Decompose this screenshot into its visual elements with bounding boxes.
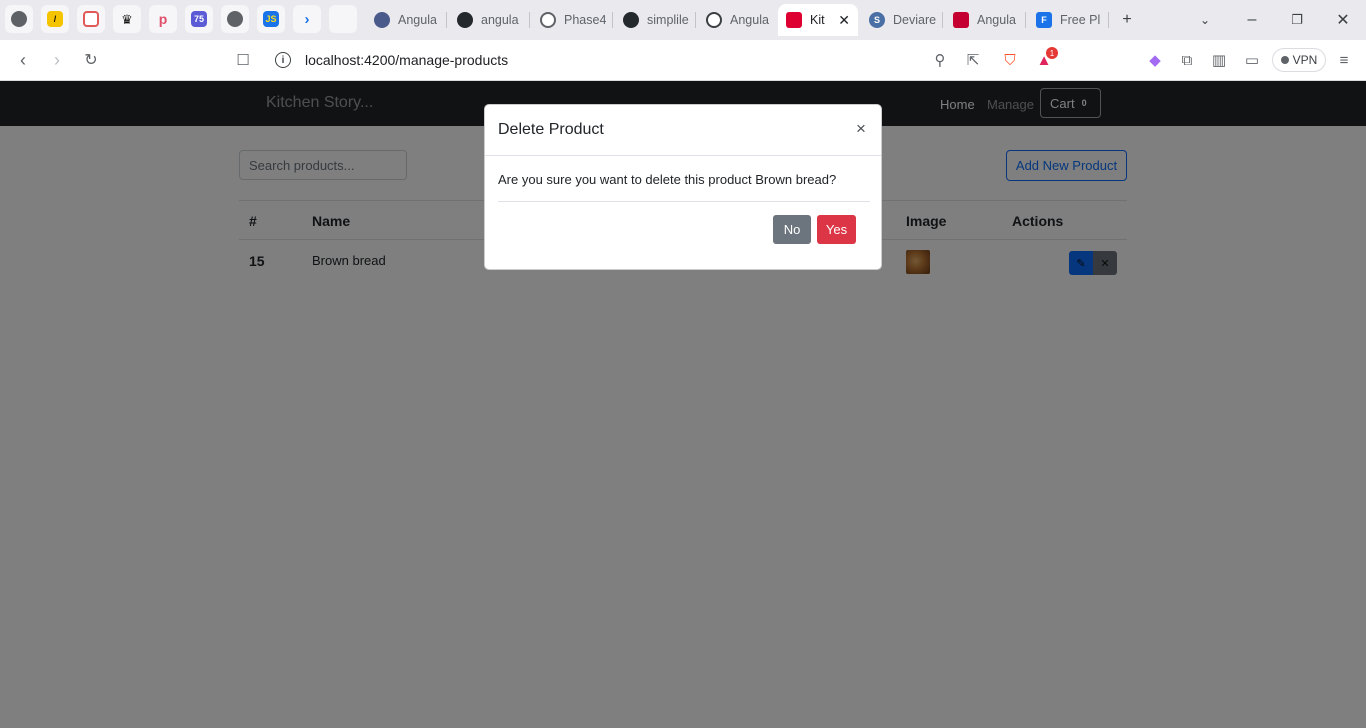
pinned-tab-cube[interactable] bbox=[77, 5, 105, 33]
window-close-icon[interactable]: ✕ bbox=[1331, 8, 1355, 32]
brave-shield-icon[interactable]: ⛉ bbox=[1000, 50, 1020, 70]
pinned-tab-js[interactable]: JS bbox=[257, 5, 285, 33]
site-info-icon[interactable]: i bbox=[275, 52, 291, 68]
delete-product-modal: Delete Product × Are you sure you want t… bbox=[484, 104, 882, 270]
leo-ai-icon[interactable]: ◆ bbox=[1145, 50, 1165, 70]
pinned-tab-arrow[interactable]: › bbox=[293, 5, 321, 33]
modal-divider bbox=[498, 201, 870, 202]
tab-github-1[interactable]: angula bbox=[449, 4, 529, 36]
s-logo-icon: S bbox=[869, 12, 885, 28]
globe-icon bbox=[11, 11, 27, 27]
js-icon: JS bbox=[263, 11, 279, 27]
pencil-icon: / bbox=[47, 11, 63, 27]
modal-title: Delete Product bbox=[498, 121, 604, 138]
pinned-tab-75[interactable]: 75 bbox=[185, 5, 213, 33]
pinned-tab-crown[interactable]: ♛ bbox=[113, 5, 141, 33]
tab-phase4[interactable]: Phase4 bbox=[532, 4, 612, 36]
cube-icon bbox=[83, 11, 99, 27]
reload-icon[interactable]: ↻ bbox=[79, 48, 103, 72]
github-icon bbox=[623, 12, 639, 28]
tab-deviare[interactable]: S Deviare bbox=[861, 4, 941, 36]
seventy-five-icon: 75 bbox=[191, 11, 207, 27]
github-icon bbox=[457, 12, 473, 28]
pinned-tab-pencil[interactable]: / bbox=[41, 5, 69, 33]
bookmark-icon[interactable]: ☐ bbox=[231, 48, 255, 72]
forward-icon[interactable]: › bbox=[45, 48, 69, 72]
wallet-icon[interactable]: ▭ bbox=[1242, 50, 1262, 70]
close-tab-icon[interactable]: ✕ bbox=[838, 12, 850, 29]
minimize-icon[interactable]: – bbox=[1240, 8, 1264, 32]
modal-message: Are you sure you want to delete this pro… bbox=[498, 172, 837, 187]
menu-icon[interactable]: ≡ bbox=[1334, 50, 1354, 70]
tab-github-2[interactable]: simplile bbox=[615, 4, 695, 36]
tab-kitchen-story[interactable]: Kit ✕ bbox=[778, 4, 858, 36]
globe-icon bbox=[227, 11, 243, 27]
openai-icon bbox=[706, 12, 722, 28]
no-button[interactable]: No bbox=[773, 215, 811, 244]
p-logo-icon: p bbox=[158, 11, 168, 27]
angular-icon bbox=[953, 12, 969, 28]
pinned-tab-globe-2[interactable] bbox=[221, 5, 249, 33]
tab-free-ph[interactable]: F Free Pl bbox=[1028, 4, 1108, 36]
tab-angular-1[interactable]: Angula bbox=[366, 4, 446, 36]
openai-icon bbox=[540, 12, 556, 28]
angular-icon bbox=[786, 12, 802, 28]
pinned-tab-blank[interactable] bbox=[329, 5, 357, 33]
url-text[interactable]: localhost:4200/manage-products bbox=[305, 52, 508, 68]
yes-button[interactable]: Yes bbox=[817, 215, 856, 244]
f-logo-icon: F bbox=[1036, 12, 1052, 28]
vpn-button[interactable]: VPN bbox=[1272, 48, 1326, 72]
modal-header: Delete Product × bbox=[485, 105, 881, 156]
tab-search-chevron-icon[interactable]: ⌄ bbox=[1193, 8, 1217, 32]
restore-icon[interactable]: ❐ bbox=[1285, 8, 1309, 32]
crown-icon: ♛ bbox=[121, 11, 133, 27]
browser-tab-strip: / ♛ p 75 JS › Angula angula Phase4 simpl… bbox=[0, 0, 1366, 40]
tab-angular-3[interactable]: Angula bbox=[945, 4, 1025, 36]
pinned-tab-p[interactable]: p bbox=[149, 5, 177, 33]
zoom-icon[interactable]: ⚲ bbox=[930, 50, 950, 70]
sidebar-icon[interactable]: ▥ bbox=[1209, 50, 1229, 70]
modal-close-icon[interactable]: × bbox=[856, 119, 866, 139]
extensions-icon[interactable]: ⧉ bbox=[1177, 50, 1197, 70]
new-tab-button[interactable]: + bbox=[1115, 8, 1139, 32]
back-icon[interactable]: ‹ bbox=[11, 48, 35, 72]
vpn-status-icon bbox=[1280, 56, 1289, 64]
tab-angular-2[interactable]: Angula bbox=[698, 4, 778, 36]
arrow-logo-icon: › bbox=[304, 10, 310, 28]
share-icon[interactable]: ⇱ bbox=[963, 50, 983, 70]
browser-toolbar: ‹ › ↻ ☐ i localhost:4200/manage-products… bbox=[0, 40, 1366, 81]
pinned-tab-globe[interactable] bbox=[5, 5, 33, 33]
site-icon bbox=[374, 12, 390, 28]
rewards-badge: 1 bbox=[1046, 47, 1058, 59]
